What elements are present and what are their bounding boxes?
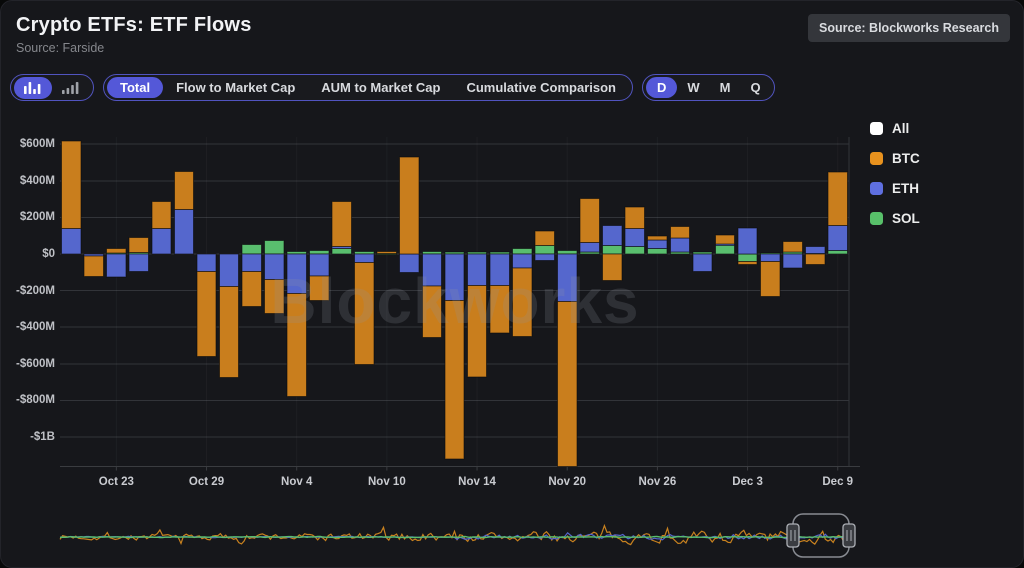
bar-segment-btc-17[interactable] bbox=[445, 301, 464, 459]
bar-segment-sol-24[interactable] bbox=[603, 245, 622, 254]
etf-flows-chart[interactable] bbox=[0, 0, 1024, 568]
bar-segment-btc-12[interactable] bbox=[332, 201, 351, 246]
bar-segment-btc-5[interactable] bbox=[174, 171, 193, 209]
bar-segment-eth-8[interactable] bbox=[242, 254, 261, 271]
bar-segment-btc-22[interactable] bbox=[558, 302, 577, 467]
bar-segment-btc-7[interactable] bbox=[219, 287, 238, 378]
bar-segment-btc-2[interactable] bbox=[107, 248, 126, 253]
bar-segment-eth-32[interactable] bbox=[783, 254, 802, 268]
bar-segment-eth-0[interactable] bbox=[62, 229, 81, 254]
bar-segment-eth-19[interactable] bbox=[490, 254, 509, 285]
bar-segment-btc-24[interactable] bbox=[603, 254, 622, 281]
bar-segment-eth-24[interactable] bbox=[603, 225, 622, 245]
bar-segment-eth-17[interactable] bbox=[445, 254, 464, 301]
bar-segment-btc-27[interactable] bbox=[670, 227, 689, 238]
bar-segment-btc-1[interactable] bbox=[84, 256, 103, 277]
bar-segment-btc-33[interactable] bbox=[806, 254, 825, 265]
bar-segment-btc-29[interactable] bbox=[715, 235, 734, 244]
bar-segment-eth-2[interactable] bbox=[107, 254, 126, 277]
bar-segment-btc-31[interactable] bbox=[760, 261, 779, 296]
bar-segment-sol-21[interactable] bbox=[535, 245, 554, 254]
bar-segment-sol-20[interactable] bbox=[512, 249, 531, 254]
bar-segment-sol-26[interactable] bbox=[648, 249, 667, 254]
bar-segment-eth-15[interactable] bbox=[400, 254, 419, 272]
bar-segment-btc-11[interactable] bbox=[310, 276, 329, 301]
bar-segment-sol-29[interactable] bbox=[715, 245, 734, 254]
navigator[interactable] bbox=[60, 514, 855, 557]
bar-segment-eth-34[interactable] bbox=[828, 225, 847, 250]
bar-segment-btc-34[interactable] bbox=[828, 172, 847, 225]
bar-segment-sol-8[interactable] bbox=[242, 245, 261, 254]
bar-segment-btc-3[interactable] bbox=[129, 237, 148, 252]
bar-segment-eth-10[interactable] bbox=[287, 254, 306, 293]
bar-segment-btc-14[interactable] bbox=[377, 251, 396, 253]
bar-segment-btc-8[interactable] bbox=[242, 271, 261, 306]
bars-layer[interactable] bbox=[62, 141, 848, 466]
bar-segment-eth-9[interactable] bbox=[264, 254, 283, 279]
bar-segment-sol-9[interactable] bbox=[264, 241, 283, 254]
bar-segment-btc-19[interactable] bbox=[490, 285, 509, 333]
bar-segment-btc-16[interactable] bbox=[422, 286, 441, 337]
bar-segment-eth-31[interactable] bbox=[760, 254, 779, 261]
bar-segment-eth-4[interactable] bbox=[152, 229, 171, 254]
bar-segment-eth-23[interactable] bbox=[580, 243, 599, 252]
bar-segment-btc-23[interactable] bbox=[580, 199, 599, 243]
bar-segment-eth-3[interactable] bbox=[129, 254, 148, 271]
bar-segment-eth-11[interactable] bbox=[310, 254, 329, 276]
bar-segment-btc-21[interactable] bbox=[535, 231, 554, 246]
crypto-etf-flows-panel: Crypto ETFs: ETF Flows Source: Farside S… bbox=[0, 0, 1024, 568]
bar-segment-btc-15[interactable] bbox=[400, 157, 419, 254]
bar-segment-sol-12[interactable] bbox=[332, 249, 351, 254]
bar-segment-btc-18[interactable] bbox=[467, 285, 486, 377]
bar-segment-eth-33[interactable] bbox=[806, 247, 825, 254]
bar-segment-btc-26[interactable] bbox=[648, 236, 667, 240]
bar-segment-eth-21[interactable] bbox=[535, 254, 554, 261]
bar-segment-eth-7[interactable] bbox=[219, 254, 238, 287]
bar-segment-btc-10[interactable] bbox=[287, 293, 306, 396]
bar-segment-eth-28[interactable] bbox=[693, 254, 712, 271]
bar-segment-eth-5[interactable] bbox=[174, 209, 193, 254]
bar-segment-btc-20[interactable] bbox=[512, 268, 531, 337]
bar-segment-sol-30[interactable] bbox=[738, 254, 757, 261]
navigator-btc-line bbox=[60, 526, 849, 545]
bar-segment-btc-32[interactable] bbox=[783, 242, 802, 253]
bar-segment-eth-25[interactable] bbox=[625, 229, 644, 247]
bar-segment-btc-30[interactable] bbox=[738, 261, 757, 264]
bar-segment-eth-18[interactable] bbox=[467, 254, 486, 285]
bar-segment-eth-26[interactable] bbox=[648, 240, 667, 249]
bar-segment-eth-16[interactable] bbox=[422, 254, 441, 286]
bar-segment-btc-0[interactable] bbox=[62, 141, 81, 229]
bar-segment-btc-4[interactable] bbox=[152, 201, 171, 228]
bar-segment-btc-9[interactable] bbox=[264, 279, 283, 313]
bar-segment-eth-22[interactable] bbox=[558, 254, 577, 302]
bar-segment-eth-13[interactable] bbox=[355, 254, 374, 263]
bar-segment-sol-25[interactable] bbox=[625, 247, 644, 254]
navigator-handle-right[interactable] bbox=[843, 524, 855, 547]
bar-segment-eth-6[interactable] bbox=[197, 254, 216, 271]
navigator-sol-line bbox=[60, 537, 849, 538]
bar-segment-btc-25[interactable] bbox=[625, 207, 644, 229]
bar-segment-eth-27[interactable] bbox=[670, 238, 689, 252]
bar-segment-eth-30[interactable] bbox=[738, 228, 757, 254]
navigator-handle-left[interactable] bbox=[787, 524, 799, 547]
bar-segment-btc-13[interactable] bbox=[355, 263, 374, 365]
bar-segment-btc-6[interactable] bbox=[197, 271, 216, 356]
bar-segment-eth-20[interactable] bbox=[512, 254, 531, 268]
